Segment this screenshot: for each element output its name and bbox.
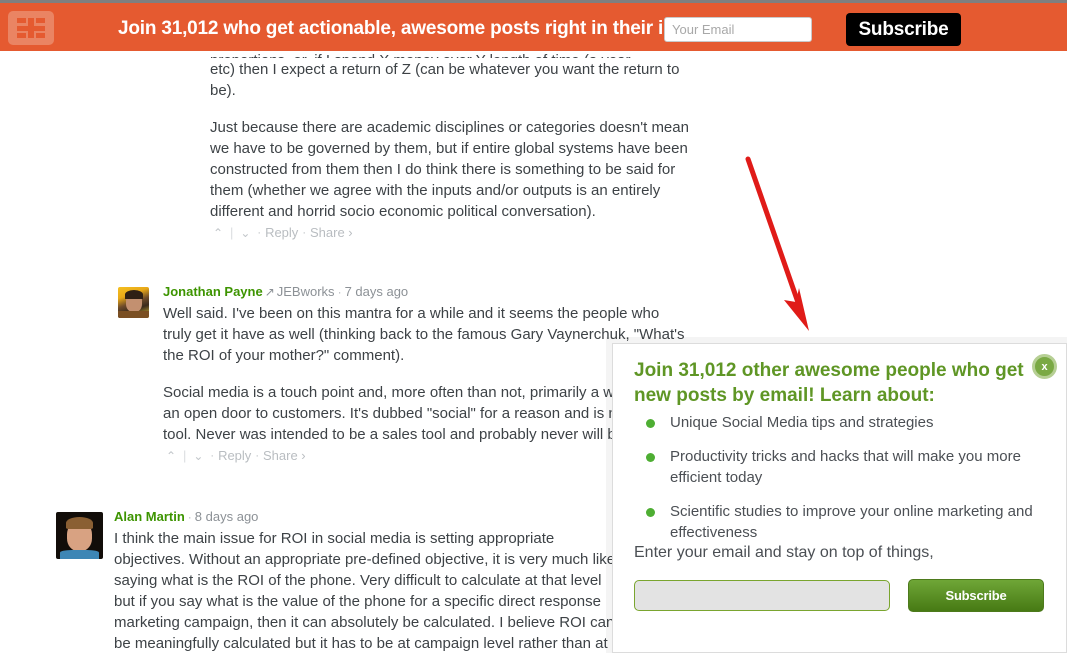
popup-benefits-list: Unique Social Media tips and strategies … bbox=[634, 412, 1042, 556]
upvote-icon[interactable]: ⌃ bbox=[163, 447, 179, 465]
top-bar-inner: Join 31,012 who get actionable, awesome … bbox=[0, 3, 1067, 51]
email-capture-popup: Join 31,012 other awesome people who get… bbox=[612, 343, 1067, 653]
comment-timestamp[interactable]: 7 days ago bbox=[345, 284, 409, 299]
reply-link[interactable]: Reply bbox=[218, 447, 251, 465]
comment-paragraph: etc) then I expect a return of Z (can be… bbox=[210, 61, 680, 99]
comment-actions: ⌃ | ⌄ · Reply · Share › bbox=[163, 447, 688, 465]
list-item: Unique Social Media tips and strategies bbox=[634, 412, 1042, 433]
list-item: Scientific studies to improve your onlin… bbox=[634, 501, 1042, 543]
comment-paragraph: Well said. I've been on this mantra for … bbox=[163, 305, 685, 364]
comment-item: etc) then I expect a return of Z (can be… bbox=[210, 59, 690, 242]
divider: | bbox=[230, 225, 234, 240]
comment-reply-target[interactable]: JEBworks bbox=[277, 284, 335, 299]
separator-dot: · bbox=[337, 285, 342, 299]
list-item-label: Scientific studies to improve your onlin… bbox=[670, 503, 1033, 541]
comment-item: Jonathan Payne ↗ JEBworks · 7 days ago Well … bbox=[118, 283, 688, 465]
comment-actions: ⌃ | ⌄ · Reply · Share › bbox=[210, 224, 690, 242]
popup-email-input[interactable] bbox=[634, 580, 890, 611]
avatar[interactable] bbox=[56, 512, 103, 559]
comment-paragraph: I think the main issue for ROI in social… bbox=[114, 530, 620, 652]
list-item-label: Unique Social Media tips and strategies bbox=[670, 414, 934, 431]
comment-body: etc) then I expect a return of Z (can be… bbox=[210, 59, 690, 242]
page-root: Join 31,012 who get actionable, awesome … bbox=[0, 0, 1067, 653]
comment-body: Alan Martin · 8 days ago I think the main … bbox=[114, 508, 626, 653]
avatar[interactable] bbox=[118, 287, 149, 318]
comment-header: Jonathan Payne ↗ JEBworks · 7 days ago bbox=[163, 283, 688, 301]
separator-dot: · bbox=[255, 450, 259, 462]
comment-body: Jonathan Payne ↗ JEBworks · 7 days ago Well … bbox=[163, 283, 688, 465]
reply-arrow-icon: ↗ bbox=[264, 285, 275, 299]
list-item: Productivity tricks and hacks that will … bbox=[634, 446, 1042, 488]
topbar-subscribe-button[interactable]: Subscribe bbox=[846, 13, 961, 46]
bullet-icon bbox=[646, 453, 655, 462]
popup-subscribe-button[interactable]: Subscribe bbox=[908, 579, 1044, 612]
site-logo[interactable] bbox=[8, 11, 54, 45]
separator-dot: · bbox=[210, 450, 215, 462]
separator-dot: · bbox=[257, 227, 262, 239]
share-link[interactable]: Share › bbox=[310, 224, 353, 242]
reply-link[interactable]: Reply bbox=[265, 224, 298, 242]
popup-cta-text: Enter your email and stay on top of thin… bbox=[634, 544, 934, 561]
separator-dot: · bbox=[302, 227, 306, 239]
popup-title: Join 31,012 other awesome people who get… bbox=[634, 360, 1024, 406]
downvote-icon[interactable]: ⌄ bbox=[190, 447, 206, 465]
comment-author[interactable]: Jonathan Payne bbox=[163, 284, 263, 299]
bullet-icon bbox=[646, 419, 655, 428]
logo-monogram-icon bbox=[17, 18, 45, 38]
topbar-headline: Join 31,012 who get actionable, awesome … bbox=[118, 18, 708, 39]
comment-item: Alan Martin · 8 days ago I think the main … bbox=[56, 508, 626, 653]
comment-author[interactable]: Alan Martin bbox=[114, 509, 185, 524]
downvote-icon[interactable]: ⌄ bbox=[237, 224, 253, 242]
topbar-email-input[interactable] bbox=[664, 17, 812, 42]
clipped-text-line: proportions, or, if I spend X money over… bbox=[210, 51, 690, 58]
comment-paragraph: Social media is a touch point and, more … bbox=[163, 384, 687, 443]
upvote-icon[interactable]: ⌃ bbox=[210, 224, 226, 242]
top-subscribe-bar: Join 31,012 who get actionable, awesome … bbox=[0, 0, 1067, 51]
list-item-label: Productivity tricks and hacks that will … bbox=[670, 448, 1021, 486]
comment-timestamp[interactable]: 8 days ago bbox=[195, 509, 259, 524]
comment-header: Alan Martin · 8 days ago bbox=[114, 508, 626, 526]
popup-signup-form: Subscribe bbox=[634, 579, 1044, 612]
divider: | bbox=[183, 448, 187, 463]
bullet-icon bbox=[646, 508, 655, 517]
separator-dot: · bbox=[187, 510, 192, 524]
share-link[interactable]: Share › bbox=[263, 447, 306, 465]
comment-paragraph: Just because there are academic discipli… bbox=[210, 119, 689, 220]
close-icon[interactable]: x bbox=[1032, 354, 1057, 379]
